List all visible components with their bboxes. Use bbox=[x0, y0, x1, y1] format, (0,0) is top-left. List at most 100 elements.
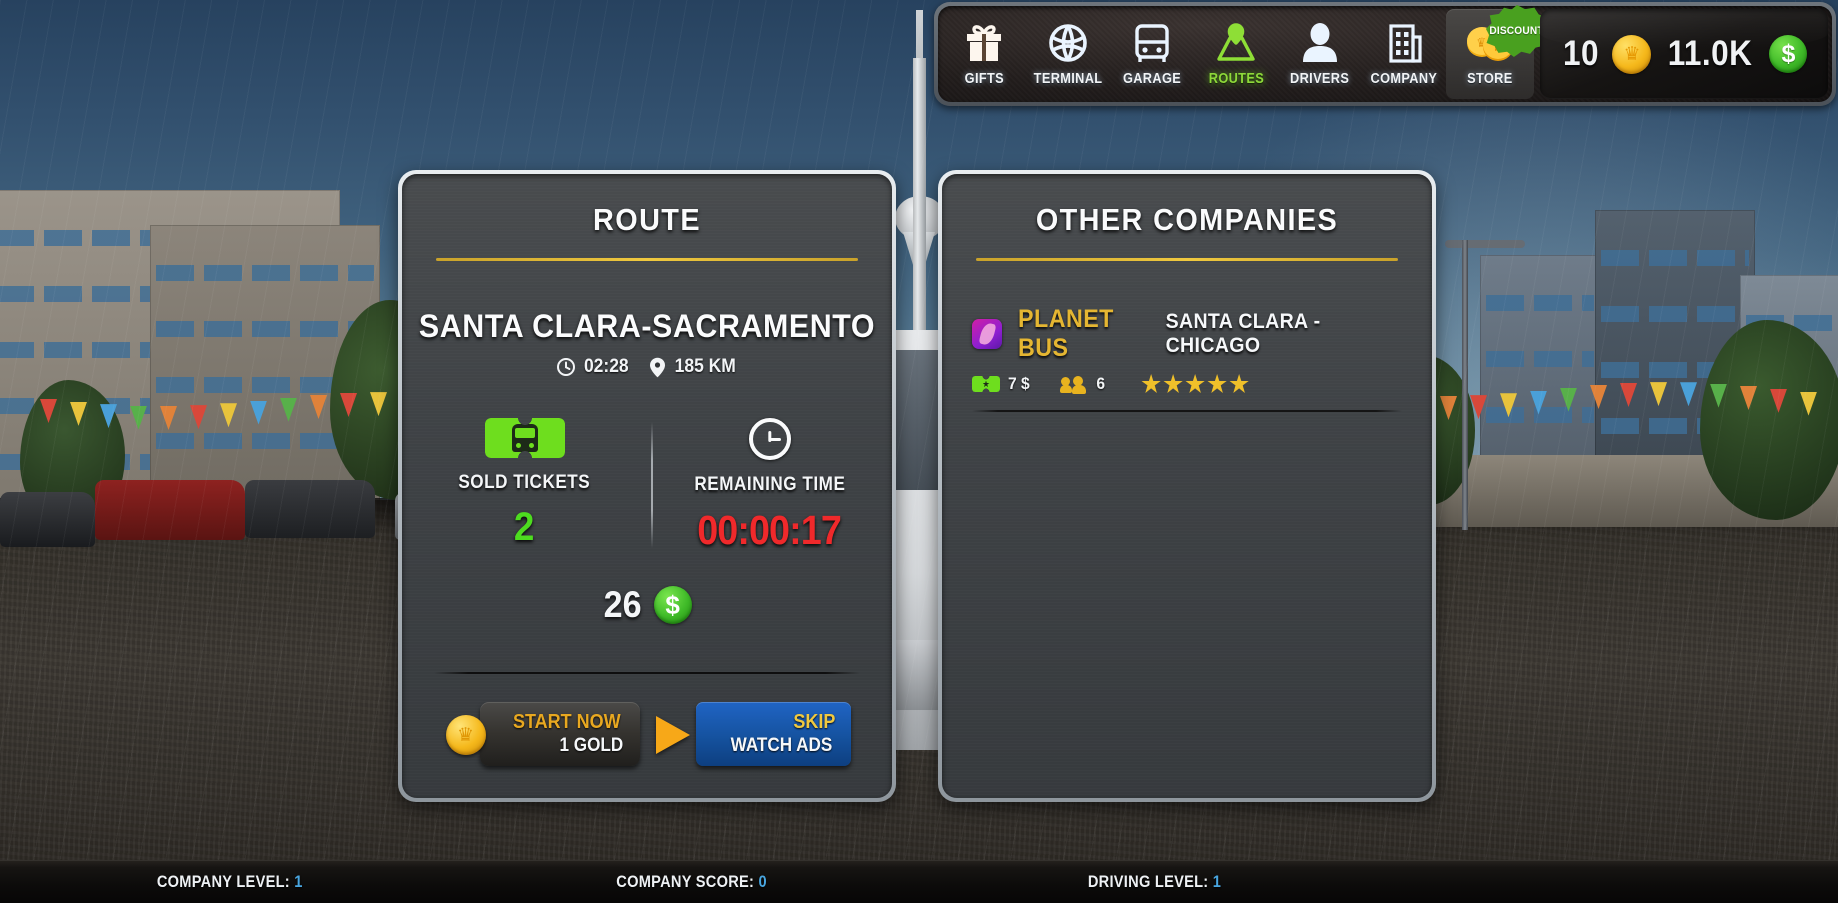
nav-label: GARAGE bbox=[1122, 71, 1182, 87]
company-score-value: 0 bbox=[758, 871, 767, 891]
star-icon bbox=[1185, 374, 1205, 393]
bunting-flag bbox=[250, 400, 267, 425]
start-now-label: START NOW bbox=[512, 711, 621, 733]
bunting-flag bbox=[280, 397, 297, 422]
route-distance: 185 KM bbox=[649, 356, 739, 378]
currency-display[interactable]: 10 ♛ 11.0K $ bbox=[1540, 9, 1828, 99]
remaining-time-stat: REMAINING TIME 00:00:17 bbox=[647, 418, 892, 554]
sold-tickets-label: SOLD TICKETS bbox=[458, 472, 591, 493]
route-distance-value: 185 KM bbox=[674, 356, 736, 377]
skip-label: SKIP bbox=[793, 711, 836, 733]
company-list-item[interactable]: PLANET BUS SANTA CLARA - CHICAGO 7 $ 6 bbox=[972, 305, 1402, 394]
company-level-status: COMPANY LEVEL: 1 bbox=[157, 872, 303, 892]
company-name: PLANET BUS bbox=[1018, 305, 1114, 362]
company-level-value: 1 bbox=[294, 871, 303, 891]
start-now-cost: 1 GOLD bbox=[559, 735, 623, 756]
bunting-flag bbox=[1620, 383, 1637, 408]
start-now-button[interactable]: ♛ START NOW 1 GOLD bbox=[445, 702, 640, 766]
skip-sub-label: WATCH ADS bbox=[730, 735, 832, 756]
parked-car bbox=[0, 492, 95, 547]
bunting-flag bbox=[100, 404, 117, 429]
ticket-icon bbox=[972, 376, 1000, 392]
bunting-flag bbox=[1770, 388, 1787, 413]
nav-label: ROUTES bbox=[1208, 71, 1264, 87]
company-rating-stars bbox=[1141, 374, 1249, 394]
sold-tickets-value: 2 bbox=[514, 505, 535, 549]
bunting-flag bbox=[40, 399, 57, 423]
bus-front-icon bbox=[1130, 18, 1174, 68]
discount-badge-label: DISCOUNT bbox=[1489, 25, 1545, 37]
route-reward: 26 $ bbox=[402, 584, 892, 626]
bunting-flag bbox=[1650, 382, 1667, 407]
bunting-flag bbox=[220, 403, 237, 428]
company-ticket-price-value: 7 $ bbox=[1007, 374, 1030, 393]
money-amount: 11.0K bbox=[1668, 34, 1753, 73]
route-panel: ROUTE SANTA CLARA-SACRAMENTO 02:28 185 K… bbox=[398, 170, 896, 802]
route-duration: 02:28 bbox=[556, 356, 631, 378]
bunting-flag bbox=[160, 405, 177, 430]
company-route: SANTA CLARA - CHICAGO bbox=[1165, 310, 1321, 357]
route-panel-title: ROUTE bbox=[593, 202, 701, 237]
other-companies-panel: OTHER COMPANIES PLANET BUS SANTA CLARA -… bbox=[938, 170, 1436, 802]
bunting-flag bbox=[370, 392, 387, 417]
street-lamp-arm bbox=[1445, 240, 1525, 248]
driving-level-status: DRIVING LEVEL: 1 bbox=[1088, 872, 1221, 892]
star-icon bbox=[1229, 374, 1249, 393]
clock-icon bbox=[748, 418, 791, 460]
play-icon bbox=[655, 716, 690, 754]
bottom-status-bar: COMPANY LEVEL: 1 COMPANY SCORE: 0 DRIVIN… bbox=[0, 860, 1838, 903]
bunting-flag bbox=[1800, 391, 1817, 416]
company-level-label: COMPANY LEVEL: bbox=[156, 871, 295, 891]
game-background-scene bbox=[0, 0, 1838, 903]
nav-item-terminal[interactable]: TERMINAL bbox=[1026, 9, 1110, 99]
route-duration-value: 02:28 bbox=[583, 356, 629, 377]
map-pin-icon bbox=[1213, 18, 1259, 68]
gold-amount: 10 bbox=[1562, 34, 1599, 73]
bunting-flag bbox=[1740, 385, 1757, 410]
nav-item-garage[interactable]: GARAGE bbox=[1110, 9, 1194, 99]
remaining-time-value: 00:00:17 bbox=[697, 507, 843, 553]
person-icon bbox=[1298, 18, 1342, 68]
stats-divider bbox=[651, 422, 653, 548]
parked-car bbox=[95, 480, 245, 540]
clock-small-icon bbox=[556, 358, 575, 376]
company-ticket-price: 7 $ bbox=[972, 374, 1031, 394]
star-icon bbox=[1163, 374, 1183, 393]
skip-watch-ads-button[interactable]: SKIP WATCH ADS bbox=[655, 702, 851, 766]
people-icon bbox=[1059, 375, 1089, 394]
bunting-flag bbox=[1470, 395, 1487, 420]
title-divider bbox=[976, 258, 1398, 261]
top-navigation-bar: GIFTS TERMINAL GARAGE ROUTES DRIVERS COM… bbox=[934, 2, 1836, 106]
gold-coin-icon: ♛ bbox=[445, 715, 486, 755]
nav-item-routes[interactable]: ROUTES bbox=[1194, 9, 1278, 99]
gold-coin-icon: ♛ bbox=[1612, 34, 1652, 74]
bunting-flag bbox=[1440, 395, 1457, 420]
route-panel-separator bbox=[434, 672, 860, 674]
ticket-icon bbox=[484, 418, 565, 458]
building-icon bbox=[1382, 18, 1426, 68]
gift-icon bbox=[962, 18, 1006, 68]
company-passengers-value: 6 bbox=[1096, 374, 1105, 393]
route-actions: ♛ START NOW 1 GOLD SKIP WATCH ADS bbox=[402, 702, 892, 766]
parked-car bbox=[245, 480, 375, 538]
nav-item-store[interactable]: DISCOUNT ♛ ♛ STORE bbox=[1446, 5, 1548, 99]
companies-panel-title: OTHER COMPANIES bbox=[1035, 202, 1339, 237]
globe-icon bbox=[1046, 18, 1090, 68]
nav-item-company[interactable]: COMPANY bbox=[1362, 9, 1446, 99]
star-icon bbox=[1207, 374, 1227, 393]
bunting-flag bbox=[1680, 382, 1697, 407]
route-meta: 02:28 185 KM bbox=[402, 356, 892, 378]
bunting-flag bbox=[1530, 390, 1547, 415]
nav-label: STORE bbox=[1467, 71, 1513, 87]
route-stats: SOLD TICKETS 2 REMAINING TIME 00:00:17 bbox=[402, 418, 892, 554]
company-passengers: 6 bbox=[1059, 374, 1105, 394]
bunting-flag bbox=[310, 395, 327, 419]
driving-level-value: 1 bbox=[1212, 871, 1222, 891]
bunting-flag bbox=[340, 393, 357, 418]
bunting-flag bbox=[1500, 393, 1517, 418]
star-icon bbox=[1141, 374, 1161, 393]
nav-item-gifts[interactable]: GIFTS bbox=[942, 9, 1026, 99]
bunting-flag bbox=[70, 401, 87, 426]
nav-item-drivers[interactable]: DRIVERS bbox=[1278, 9, 1362, 99]
nav-label: DRIVERS bbox=[1290, 71, 1350, 87]
